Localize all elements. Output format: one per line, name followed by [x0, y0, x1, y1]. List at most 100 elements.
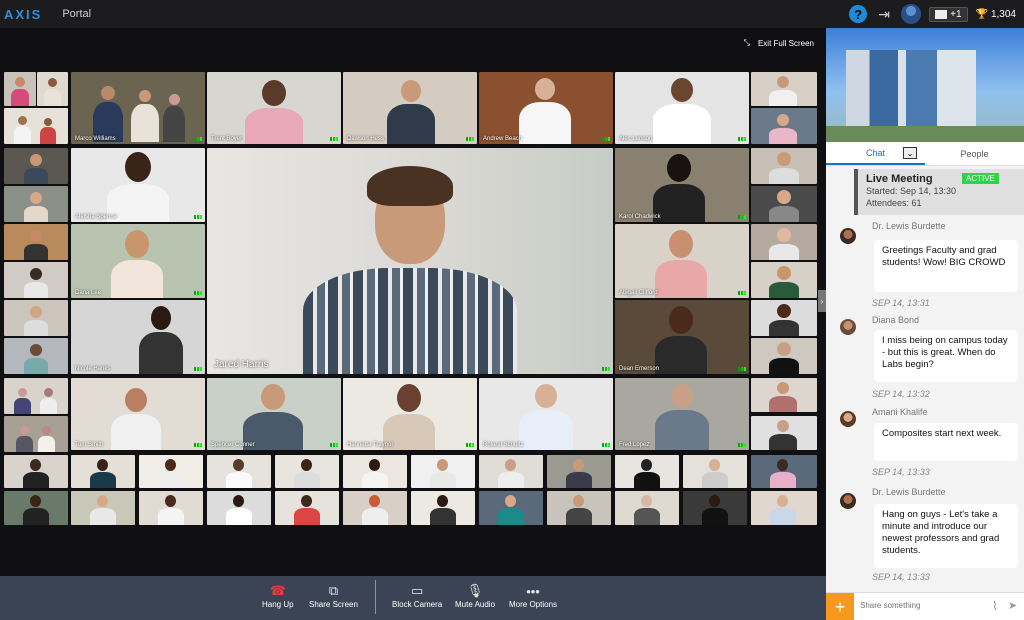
participant-tile[interactable] — [275, 455, 339, 488]
messages-badge[interactable]: +1 — [929, 6, 968, 22]
chat-input[interactable] — [860, 601, 980, 610]
participant-name: Alec Lennon — [619, 136, 653, 142]
participant-tile[interactable]: Dawson Hess — [343, 72, 477, 144]
participant-tile[interactable] — [751, 416, 817, 450]
tab-chat[interactable]: Chat ⌄ — [826, 142, 925, 165]
participant-tile[interactable] — [37, 72, 68, 106]
participant-tile[interactable] — [4, 72, 36, 106]
signal-icon — [602, 137, 610, 141]
exit-full-screen-label: Exit Full Screen — [757, 38, 814, 48]
block-camera-button[interactable]: ▭ Block Camera — [392, 582, 442, 609]
chevron-down-icon[interactable]: ⌄ — [903, 147, 917, 159]
participant-tile[interactable] — [547, 455, 611, 488]
add-attachment-button[interactable]: + — [826, 593, 854, 620]
message-bubble: Hang on guys - Let's take a minute and i… — [874, 504, 1018, 568]
share-screen-button[interactable]: ⧉ Share Screen — [309, 582, 358, 609]
participant-name: Trent Boyer — [211, 136, 243, 142]
participant-tile[interactable] — [71, 491, 135, 525]
more-options-button[interactable]: ••• More Options — [509, 582, 558, 610]
participant-tile[interactable] — [683, 491, 747, 525]
hang-up-button[interactable]: ☎ Hang Up — [262, 582, 294, 609]
participant-tile[interactable] — [479, 455, 543, 488]
exit-full-screen-button[interactable]: ⤡ Exit Full Screen — [744, 38, 814, 48]
participant-tile[interactable]: Alec Lennon — [615, 72, 749, 144]
participant-tile[interactable]: Marco Williams — [71, 72, 205, 144]
participant-tile[interactable]: Henrietta Traynor — [343, 378, 477, 450]
participant-tile[interactable]: Tom Smith — [71, 378, 205, 450]
participant-tile[interactable] — [4, 224, 68, 260]
help-icon[interactable]: ? — [849, 5, 868, 23]
hang-up-label: Hang Up — [262, 600, 294, 609]
participant-tile[interactable] — [4, 416, 68, 452]
chat-composer: + ⌇ ➤ — [826, 592, 1024, 620]
message-bubble: I miss being on campus today - but this … — [874, 330, 1018, 382]
participant-tile[interactable] — [4, 186, 68, 222]
participant-tile[interactable]: Spencer Conner — [207, 378, 341, 450]
participant-tile[interactable] — [479, 491, 543, 525]
participant-tile[interactable] — [343, 491, 407, 525]
more-options-label: More Options — [509, 600, 558, 609]
app-window: AXIS Portal ? ⇥ +1 🏆 1,304 ⤡ Exit Full S… — [0, 0, 1024, 620]
participant-tile[interactable] — [751, 300, 817, 336]
participant-tile[interactable]: Nicole Hanks — [71, 300, 205, 374]
participant-tile[interactable] — [4, 108, 68, 144]
participant-tile[interactable] — [4, 491, 68, 525]
participant-tile[interactable] — [751, 224, 817, 260]
participant-tile[interactable] — [547, 491, 611, 525]
participant-tile[interactable] — [4, 148, 68, 184]
avatar — [840, 228, 856, 244]
participant-tile[interactable] — [751, 378, 817, 412]
portal-link[interactable]: Portal — [62, 8, 91, 20]
collapse-panel-handle[interactable]: › — [818, 290, 826, 312]
participant-tile[interactable] — [4, 455, 68, 488]
microphone-icon: 🎙 — [466, 583, 484, 598]
participant-tile[interactable] — [4, 262, 68, 298]
participant-tile[interactable] — [751, 186, 817, 222]
participant-tile[interactable] — [207, 455, 271, 488]
participant-tile[interactable]: Aleisha Spence — [71, 148, 205, 222]
logout-icon[interactable]: ⇥ — [875, 5, 893, 23]
participant-tile[interactable]: Fred Lopez — [615, 378, 749, 450]
participant-tile[interactable] — [751, 338, 817, 374]
participant-tile[interactable] — [751, 262, 817, 298]
participant-tile[interactable]: Abigail Clifford — [615, 224, 749, 298]
participant-tile[interactable] — [4, 378, 68, 414]
participant-tile[interactable] — [751, 108, 817, 144]
participant-tile[interactable] — [615, 455, 679, 488]
participant-tile[interactable]: Dean Emerson — [615, 300, 749, 374]
participant-tile[interactable] — [751, 148, 817, 184]
participant-tile[interactable]: Andrew Beach — [479, 72, 613, 144]
participant-tile[interactable]: Karol Chadwick — [615, 148, 749, 222]
participant-tile[interactable] — [207, 491, 271, 525]
mute-audio-button[interactable]: 🎙 Mute Audio — [455, 582, 495, 609]
participant-tile[interactable] — [4, 338, 68, 374]
mute-audio-label: Mute Audio — [455, 600, 496, 609]
participant-tile[interactable] — [411, 455, 475, 488]
panel-tabs: Chat ⌄ People — [826, 142, 1024, 166]
participant-tile[interactable]: Roland Schultz — [479, 378, 613, 450]
participant-tile[interactable] — [4, 300, 68, 336]
participant-tile[interactable]: Trent Boyer — [207, 72, 341, 144]
participant-tile[interactable] — [751, 455, 817, 488]
participant-tile[interactable] — [343, 455, 407, 488]
participant-tile[interactable]: Dana Lee — [71, 224, 205, 298]
tab-people[interactable]: People — [925, 142, 1024, 165]
paperclip-icon[interactable]: ⌇ — [992, 599, 998, 613]
message-time: SEP 14, 13:32 — [872, 389, 930, 399]
participant-tile[interactable] — [751, 491, 817, 525]
user-avatar[interactable] — [901, 4, 922, 24]
participant-tile[interactable] — [683, 455, 747, 488]
participant-tile[interactable] — [71, 455, 135, 488]
participant-tile[interactable] — [139, 455, 203, 488]
points-badge[interactable]: 🏆 1,304 — [976, 9, 1016, 20]
featured-speaker-tile[interactable]: Jared Harris — [207, 148, 613, 374]
participant-tile[interactable] — [139, 491, 203, 525]
send-icon[interactable]: ➤ — [1008, 599, 1017, 612]
signal-icon — [466, 137, 474, 141]
message-author: Dr. Lewis Burdette — [872, 221, 946, 231]
participant-tile[interactable] — [751, 72, 817, 106]
participant-tile[interactable] — [615, 491, 679, 525]
participant-name: Dean Emerson — [619, 366, 660, 372]
participant-tile[interactable] — [275, 491, 339, 525]
participant-tile[interactable] — [411, 491, 475, 525]
